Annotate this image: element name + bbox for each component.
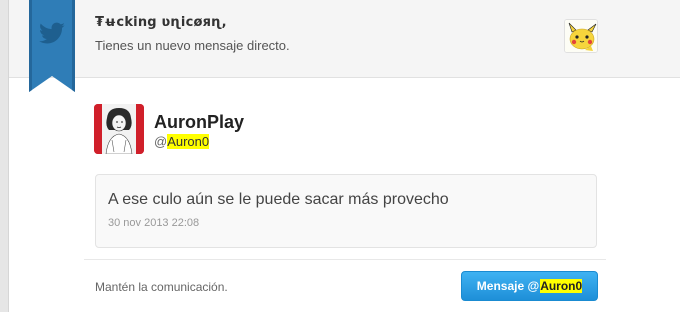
profile-name[interactable]: AuronPlay bbox=[154, 112, 244, 133]
message-text: A ese culo aún se le puede sacar más pro… bbox=[108, 191, 449, 208]
button-prefix: Mensaje @ bbox=[476, 279, 540, 293]
twitter-bird-icon bbox=[39, 22, 65, 44]
left-edge bbox=[0, 0, 9, 312]
ribbon-shape bbox=[29, 0, 75, 92]
pikachu-avatar-icon bbox=[565, 20, 597, 52]
twitter-ribbon bbox=[29, 0, 75, 92]
notification-text: Tienes un nuevo mensaje directo. bbox=[95, 38, 290, 53]
notification-card: ₮ʉcking ʋɳicøяɳ, Tienes un nuevo mensaje… bbox=[9, 0, 680, 312]
notification-header: ₮ʉcking ʋɳicøяɳ, Tienes un nuevo mensaje… bbox=[9, 0, 680, 78]
message-timestamp[interactable]: 30 nov 2013 22:08 bbox=[108, 217, 199, 229]
profile-avatar[interactable] bbox=[94, 104, 144, 154]
sketch-portrait-avatar-icon bbox=[94, 104, 144, 154]
footer-text: Mantén la comunicación. bbox=[95, 280, 228, 294]
handle-text: Auron0 bbox=[167, 134, 210, 149]
button-handle: Auron0 bbox=[540, 279, 583, 293]
sender-avatar[interactable] bbox=[564, 19, 598, 53]
message-box: A ese culo aún se le puede sacar más pro… bbox=[95, 174, 597, 248]
reply-message-button[interactable]: Mensaje @ Auron0 bbox=[461, 271, 598, 301]
handle-prefix: @ bbox=[154, 134, 168, 149]
sender-name[interactable]: ₮ʉcking ʋɳicøяɳ, bbox=[95, 15, 227, 30]
divider bbox=[84, 259, 606, 260]
profile-handle[interactable]: @Auron0 bbox=[154, 134, 210, 149]
